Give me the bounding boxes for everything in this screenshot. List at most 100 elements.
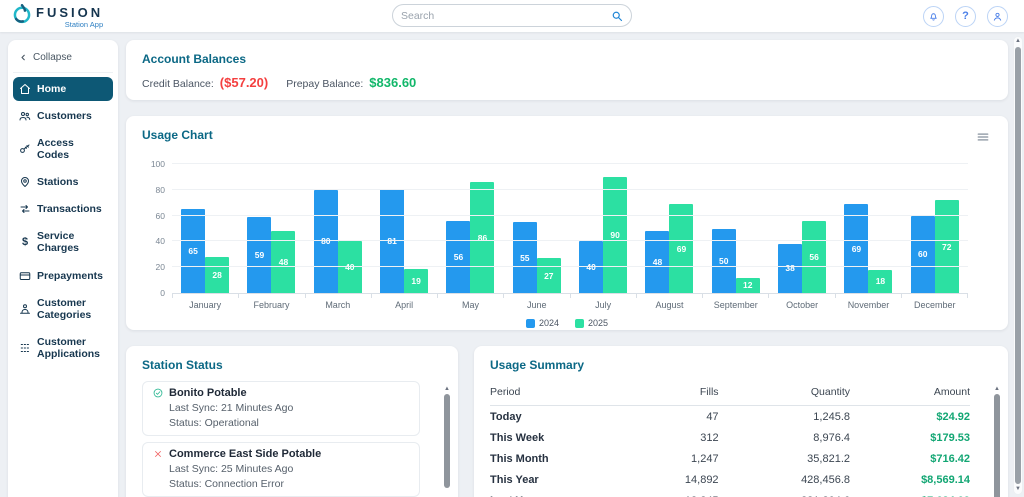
summary-col-quantity: Quantity <box>810 386 850 398</box>
prepay-balance-label: Prepay Balance: <box>286 78 364 90</box>
chart-x-tick <box>703 294 770 298</box>
station-list-scrollbar[interactable]: ▲ ▼ <box>442 386 452 497</box>
help-button[interactable]: ? <box>955 5 976 27</box>
scrollbar-thumb[interactable] <box>994 394 1000 497</box>
credit-balance-label: Credit Balance: <box>142 78 214 90</box>
scroll-up-icon[interactable]: ▲ <box>1014 38 1022 45</box>
bar-group-november: 69 18 <box>835 164 901 293</box>
chart-x-tick <box>372 294 438 298</box>
station-item-bonito-potable[interactable]: Bonito Potable Last Sync: 21 Minutes Ago S… <box>142 381 420 436</box>
legend-label: 2025 <box>588 318 609 328</box>
chart-x-tick <box>637 294 703 298</box>
usage-chart-card: Usage Chart 6528594880408119568655274090… <box>126 116 1008 330</box>
search-icon[interactable] <box>611 10 623 22</box>
bar-2025-april[interactable]: 19 <box>404 268 429 293</box>
summary-period: This Month <box>490 452 549 465</box>
bar-group-january: 65 28 <box>172 164 238 293</box>
chart-x-label: December <box>914 300 956 310</box>
chart-x-label: July <box>595 300 612 310</box>
bar-group-february: 59 48 <box>238 164 304 293</box>
chart-x-label: April <box>395 300 414 310</box>
bar-2025-march[interactable]: 40 <box>337 241 362 293</box>
chart-menu-icon[interactable] <box>974 128 992 146</box>
fusion-drop-icon <box>12 3 32 24</box>
chart-x-label: August <box>655 300 684 310</box>
sidebar-item-service-charges[interactable]: $ Service Charges <box>13 224 113 260</box>
chart-x-tick <box>769 294 836 298</box>
bar-2024-june[interactable]: 55 <box>512 222 537 293</box>
bar-2024-march[interactable]: 80 <box>313 189 338 293</box>
sidebar-item-home[interactable]: Home <box>13 77 113 102</box>
summary-table-scrollbar[interactable]: ▲ ▼ <box>992 386 1002 497</box>
chart-y-tick-label: 0 <box>160 288 165 298</box>
station-name: Commerce East Side Potable <box>169 448 322 460</box>
account-balances-title: Account Balances <box>142 52 247 66</box>
summary-quantity: 428,456.8 <box>801 474 850 487</box>
sidebar-item-label: Customer Applications <box>37 335 101 360</box>
station-status-text: Status: Operational <box>169 417 259 429</box>
scrollbar-thumb[interactable] <box>444 394 450 488</box>
search-input[interactable] <box>401 9 611 22</box>
check-circle-icon <box>153 388 163 398</box>
summary-amount: $716.42 <box>930 452 970 465</box>
bar-2025-january[interactable]: 28 <box>205 256 230 293</box>
bar-2025-july[interactable]: 90 <box>603 176 628 293</box>
balances-row: Credit Balance: ($57.20) Prepay Balance:… <box>142 75 992 90</box>
question-mark-icon: ? <box>962 9 969 22</box>
sidebar-collapse-button[interactable]: Collapse <box>13 44 113 73</box>
bar-2024-september[interactable]: 50 <box>711 228 736 293</box>
summary-quantity: 8,976.4 <box>813 431 850 444</box>
bar-2024-december[interactable]: 60 <box>910 215 935 293</box>
summary-row-this-month: This Month 1,247 35,821.2 $716.42 <box>490 448 970 469</box>
bar-2024-july[interactable]: 40 <box>579 241 604 293</box>
app-logo[interactable]: FUSION Station App <box>12 3 104 29</box>
bar-2025-september[interactable]: 12 <box>735 277 760 293</box>
summary-row-this-year: This Year 14,892 428,456.8 $8,569.14 <box>490 470 970 491</box>
sidebar-item-access-codes[interactable]: Access Codes <box>13 131 113 167</box>
page-scrollbar-thumb[interactable] <box>1015 47 1021 484</box>
sidebar-item-stations[interactable]: Stations <box>13 170 113 194</box>
scroll-up-icon[interactable]: ▲ <box>442 386 452 392</box>
sidebar: Collapse Home Customers Access Codes Statio… <box>8 40 118 497</box>
bar-2025-may[interactable]: 86 <box>470 182 495 293</box>
bar-2024-january[interactable]: 65 <box>181 209 206 293</box>
logo-title: FUSION <box>36 4 104 20</box>
scroll-down-icon[interactable]: ▼ <box>1014 486 1022 493</box>
transfer-icon <box>19 203 31 215</box>
chart-x-tick <box>836 294 902 298</box>
user-profile-button[interactable] <box>987 5 1008 27</box>
bar-2024-may[interactable]: 56 <box>446 220 471 293</box>
legend-swatch <box>575 318 584 328</box>
chart-bars: 6528594880408119568655274090486950123856… <box>172 164 968 293</box>
notifications-button[interactable] <box>923 5 944 27</box>
bar-2025-august[interactable]: 69 <box>669 204 694 293</box>
station-item-commerce-east-side-potable[interactable]: Commerce East Side Potable Last Sync: 25 … <box>142 442 420 497</box>
bar-2025-june[interactable]: 27 <box>536 258 561 293</box>
sidebar-item-label: Access Codes <box>37 137 74 162</box>
sidebar-item-label: Transactions <box>37 203 102 216</box>
grid-icon <box>19 342 31 354</box>
bar-2024-february[interactable]: 59 <box>247 216 272 293</box>
summary-period: This Year <box>490 474 539 487</box>
search-bar <box>392 4 632 27</box>
chart-x-label: November <box>847 300 890 310</box>
sidebar-item-transactions[interactable]: Transactions <box>13 197 113 221</box>
summary-row-today: Today 47 1,245.8 $24.92 <box>490 406 970 427</box>
sidebar-item-customer-applications[interactable]: Customer Applications <box>13 330 113 366</box>
page-scrollbar[interactable]: ▲ ▼ <box>1013 36 1023 495</box>
bar-2024-november[interactable]: 69 <box>844 204 869 293</box>
usage-summary-card: Usage Summary Period Fills Quantity Amount T… <box>474 346 1008 497</box>
sidebar-item-customers[interactable]: Customers <box>13 104 113 128</box>
legend-item-2024[interactable]: 2024 <box>525 318 559 328</box>
bar-2025-october[interactable]: 56 <box>802 220 827 293</box>
chart-x-tick <box>902 294 968 298</box>
app-viewport: FUSION Station App ? <box>0 0 1024 497</box>
sidebar-item-prepayments[interactable]: Prepayments <box>13 264 113 288</box>
legend-item-2025[interactable]: 2025 <box>575 318 608 328</box>
sidebar-item-customer-categories[interactable]: Customer Categories <box>13 291 113 327</box>
scroll-up-icon[interactable]: ▲ <box>992 386 1002 392</box>
bar-2025-november[interactable]: 18 <box>868 269 893 293</box>
station-list: Bonito Potable Last Sync: 21 Minutes Ago S… <box>142 381 442 497</box>
chart-x-label: March <box>325 300 351 310</box>
bar-2024-october[interactable]: 38 <box>778 243 803 293</box>
